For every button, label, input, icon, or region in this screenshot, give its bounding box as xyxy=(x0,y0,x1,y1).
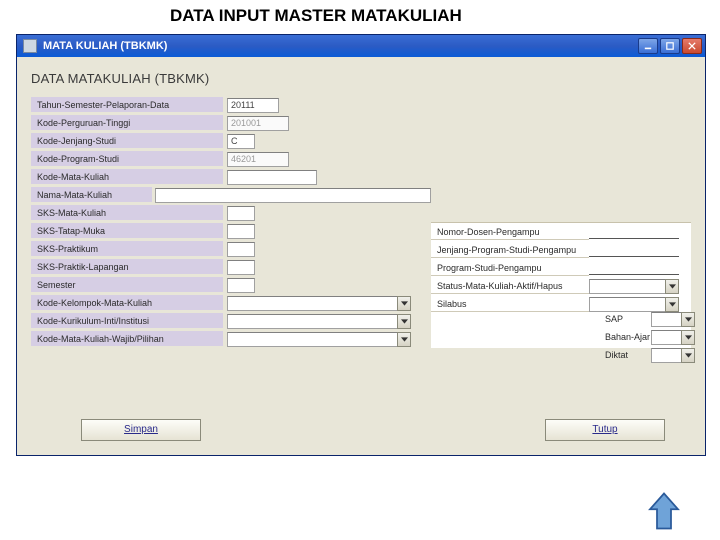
select-status-mk[interactable] xyxy=(589,279,679,294)
field-sks-prak[interactable] xyxy=(227,242,255,257)
label-sks-pl: SKS-Praktik-Lapangan xyxy=(31,259,223,275)
up-arrow-icon xyxy=(646,490,682,532)
label-kode-kelompok: Kode-Kelompok-Mata-Kuliah xyxy=(31,295,223,311)
label-silabus: Silabus xyxy=(431,296,589,312)
label-kode-prodi: Kode-Program-Studi xyxy=(31,151,223,167)
chevron-down-icon[interactable] xyxy=(397,314,411,329)
label-nama-mk: Nama-Mata-Kuliah xyxy=(31,187,152,203)
chevron-down-icon[interactable] xyxy=(665,279,679,294)
field-prodi-pengampu[interactable] xyxy=(589,261,679,275)
field-kode-jenjang[interactable]: C xyxy=(227,134,255,149)
app-window: MATA KULIAH (TBKMK) DATA MATAKULIAH (TBK… xyxy=(16,34,706,456)
field-sks-mk[interactable] xyxy=(227,206,255,221)
save-button[interactable]: Simpan xyxy=(81,419,201,441)
chevron-down-icon[interactable] xyxy=(397,296,411,311)
label-sks-prak: SKS-Praktikum xyxy=(31,241,223,257)
label-tahun-semester: Tahun-Semester-Pelaporan-Data xyxy=(31,97,223,113)
select-bahan-ajar[interactable] xyxy=(651,330,695,345)
client-area: DATA MATAKULIAH (TBKMK) Tahun-Semester-P… xyxy=(17,57,705,455)
window-title: MATA KULIAH (TBKMK) xyxy=(43,40,167,52)
field-sks-tm[interactable] xyxy=(227,224,255,239)
field-nama-mk[interactable] xyxy=(155,188,431,203)
select-kode-kurikulum[interactable] xyxy=(227,314,411,329)
label-status-mk: Status-Mata-Kuliah-Aktif/Hapus xyxy=(431,278,589,294)
chevron-down-icon[interactable] xyxy=(681,312,695,327)
label-sap: SAP xyxy=(603,311,651,327)
field-kode-prodi: 46201 xyxy=(227,152,289,167)
maximize-button[interactable] xyxy=(660,38,680,54)
label-diktat: Diktat xyxy=(603,347,651,363)
label-kode-jenjang: Kode-Jenjang-Studi xyxy=(31,133,223,149)
field-jenjang-prodi-pengampu[interactable] xyxy=(589,243,679,257)
page-heading: DATA INPUT MASTER MATAKULIAH xyxy=(0,0,720,34)
chevron-down-icon[interactable] xyxy=(397,332,411,347)
select-kode-wajib[interactable] xyxy=(227,332,411,347)
field-tahun-semester[interactable]: 20111 xyxy=(227,98,279,113)
close-button[interactable] xyxy=(682,38,702,54)
label-semester: Semester xyxy=(31,277,223,293)
field-sks-pl[interactable] xyxy=(227,260,255,275)
label-kode-mk: Kode-Mata-Kuliah xyxy=(31,169,223,185)
chevron-down-icon[interactable] xyxy=(681,330,695,345)
label-bahan-ajar: Bahan-Ajar xyxy=(603,329,651,345)
label-kode-pt: Kode-Perguruan-Tinggi xyxy=(31,115,223,131)
field-kode-mk[interactable] xyxy=(227,170,317,185)
app-icon xyxy=(23,39,37,53)
select-kode-kelompok[interactable] xyxy=(227,296,411,311)
select-diktat[interactable] xyxy=(651,348,695,363)
close-form-button[interactable]: Tutup xyxy=(545,419,665,441)
label-sks-tm: SKS-Tatap-Muka xyxy=(31,223,223,239)
label-jenjang-prodi-pengampu: Jenjang-Program-Studi-Pengampu xyxy=(431,242,589,258)
label-kode-kurikulum: Kode-Kurikulum-Inti/Institusi xyxy=(31,313,223,329)
field-nomor-dosen[interactable] xyxy=(589,225,679,239)
chevron-down-icon[interactable] xyxy=(681,348,695,363)
field-kode-pt: 201001 xyxy=(227,116,289,131)
titlebar: MATA KULIAH (TBKMK) xyxy=(17,35,705,57)
field-semester[interactable] xyxy=(227,278,255,293)
label-kode-wajib: Kode-Mata-Kuliah-Wajib/Pilihan xyxy=(31,331,223,347)
label-prodi-pengampu: Program-Studi-Pengampu xyxy=(431,260,589,276)
label-sks-mk: SKS-Mata-Kuliah xyxy=(31,205,223,221)
label-nomor-dosen: Nomor-Dosen-Pengampu xyxy=(431,224,589,240)
select-sap[interactable] xyxy=(651,312,695,327)
minimize-button[interactable] xyxy=(638,38,658,54)
form-title: DATA MATAKULIAH (TBKMK) xyxy=(31,71,691,86)
